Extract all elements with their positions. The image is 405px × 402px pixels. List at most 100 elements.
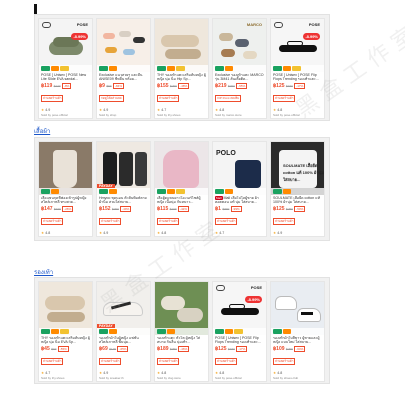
- section-link-shoes[interactable]: รองเท้า: [34, 267, 53, 277]
- product-title[interactable]: Hmyoo ชุดนอน ตัวสั้นพิมพ์ลาย ผ้านิ่ม สวม…: [99, 196, 148, 205]
- product-image[interactable]: MARCO: [213, 19, 266, 72]
- price: ฿1 ฿890 -99%: [215, 206, 242, 212]
- product-card[interactable]: THY รองเท้าแตะเสริมส้นหญิง ผู้หญิง นุ่ม …: [38, 281, 93, 382]
- promo-tags: [155, 328, 208, 335]
- product-image[interactable]: POLO: [213, 142, 266, 195]
- sandal-shape: [103, 33, 115, 39]
- star-icon: ★: [157, 231, 161, 235]
- product-title[interactable]: POSE [ Unisex ] POSE New Lite Slide EVA …: [41, 73, 90, 82]
- tshirt-print: SOULMATE เสื้อยืด cotton แท้ 100% ผ้านุ่…: [283, 163, 324, 182]
- product-image[interactable]: [155, 282, 208, 335]
- shop-logo-icon: [216, 285, 225, 291]
- price: ฿115 ฿199 -42%: [157, 206, 189, 212]
- product-title[interactable]: SOULMATE เสื้อยืด cotton แท้ 100% ผ้านุ่…: [273, 196, 322, 205]
- section-link-clothing[interactable]: เสื้อผ้า: [34, 126, 50, 136]
- rating: ★ 4.7: [157, 108, 167, 112]
- product-image[interactable]: POSE -8.99%: [213, 282, 266, 335]
- product-card[interactable]: PAYDAY Hmyoo ชุดนอน ตัวสั้นพิมพ์ลาย ผ้าน…: [96, 141, 151, 237]
- promo-tags: [271, 188, 324, 195]
- price: ฿45 ฿99 -55%: [41, 346, 69, 352]
- product-row: POSE -8.99% POSE [ Unisex ] POSE New Lit…: [38, 18, 326, 119]
- clothing-shape: [53, 150, 77, 188]
- product-title[interactable]: รองเท้าผ้าใบผู้หญิง แฟชั่น สไตล์เกาหลี พ…: [99, 336, 148, 345]
- product-image[interactable]: POSE -8.99%: [271, 19, 324, 72]
- sandal-shape: [119, 31, 131, 37]
- voucher-chip: ส่วนลดร้านค้า: [99, 358, 122, 365]
- product-image[interactable]: [39, 282, 92, 335]
- rating: ★ 4.8: [215, 371, 225, 375]
- product-image[interactable]: [271, 282, 324, 335]
- product-title[interactable]: THY รองเท้าแตะเสริมส้นหญิง ผู้หญิง นุ่ม …: [41, 336, 90, 345]
- price: ฿125 ฿150 -17%: [273, 83, 306, 89]
- product-title[interactable]: THY รองเท้าแตะเสริมส้นหญิง ผู้หญิง นุ่ม …: [157, 73, 206, 82]
- product-image[interactable]: [97, 19, 150, 72]
- product-title[interactable]: POSE [ Unisex ] POSE Flip Flops Trending…: [273, 73, 322, 82]
- star-icon: ★: [41, 231, 45, 235]
- rating: ★ 4.8: [41, 231, 51, 235]
- rating: ★ 4.8: [157, 371, 167, 375]
- discount-badge: -8.99%: [245, 296, 262, 303]
- product-image[interactable]: PAYDAY: [97, 282, 150, 335]
- product-card[interactable]: รองเท้าผ้าใบสีขาว ผู้ชายและผู้หญิง แบบให…: [270, 281, 325, 382]
- sandal-shape: [161, 35, 199, 47]
- hoodie-shape: [163, 150, 199, 188]
- voucher-chip: ส่วนลดร้านค้า: [41, 358, 64, 365]
- price: ฿125 ฿250 -50%: [273, 206, 306, 212]
- star-icon: ★: [41, 371, 45, 375]
- product-image[interactable]: PAYDAY: [97, 142, 150, 195]
- promo-tags: [97, 188, 150, 195]
- product-title[interactable]: Exclusive รองเท้าแตะ MARCO รุ่น 3M41 ส้น…: [215, 73, 264, 82]
- product-title[interactable]: รองเท้าผ้าใบสีขาว ผู้ชายและผู้หญิง แบบให…: [273, 336, 322, 345]
- sandal-shape: [47, 312, 85, 322]
- shop-logo-icon: [274, 22, 283, 28]
- product-image[interactable]: POSE -8.99%: [39, 19, 92, 72]
- product-image[interactable]: [155, 19, 208, 72]
- voucher-chip: ส่วนลดร้านค้า: [273, 358, 296, 365]
- product-title[interactable]: เสื้อแขนกุดชีฟองเข้ารูปผู้หญิง สไตล์เกาห…: [41, 196, 90, 205]
- rating: ★ 4.8: [215, 108, 225, 112]
- product-card[interactable]: SOULMATE เสื้อยืด cotton แท้ 100% ผ้านุ่…: [270, 141, 325, 237]
- rating: ★ 4.9: [99, 231, 109, 235]
- rating: ★ 4.7: [41, 371, 51, 375]
- seller: Sold by clog.store: [157, 376, 181, 380]
- product-card[interactable]: THY รองเท้าแตะเสริมส้นหญิง ผู้หญิง นุ่ม …: [154, 18, 209, 119]
- product-title[interactable]: Mall Mall เสื้อโปโลผู้ชาย ผ้าคอตตอน แท้ …: [215, 196, 264, 205]
- price: ฿109 ฿299 -64%: [273, 346, 306, 352]
- flipflop-shape: [221, 308, 259, 315]
- product-card[interactable]: POSE -8.99% POSE [ Unisex ] POSE Flip Fl…: [270, 18, 325, 119]
- voucher-chip: ส่วนลดร้านค้า: [273, 95, 296, 102]
- product-card[interactable]: PAYDAY รองเท้าผ้าใบผู้หญิง แฟชั่น สไตล์เ…: [96, 281, 151, 382]
- voucher-chip: กดดูโค้ดส่วนลด: [99, 95, 124, 102]
- brand-label: POSE: [76, 22, 88, 27]
- seller: Sold by pose.official: [273, 113, 300, 117]
- product-card[interactable]: MARCO Exclusive รองเท้าแตะ MARCO รุ่น 3M…: [212, 18, 267, 119]
- product-card[interactable]: POLO Mall Mall เสื้อโปโลผู้ชาย ผ้าคอตตอน…: [212, 141, 267, 237]
- product-title[interactable]: POSE [ Unisex ] POSE Flip Flops Trending…: [215, 336, 264, 345]
- sandal-shape: [133, 37, 145, 43]
- voucher-chip: ส่วนลดร้านค้า: [157, 218, 180, 225]
- price: ฿147 ฿199 -26%: [41, 206, 74, 212]
- product-image[interactable]: [155, 142, 208, 195]
- price: ฿219 ฿490 -55%: [215, 83, 248, 89]
- product-card[interactable]: เสื้อฮู้ดแขนยาวโอเวอร์ไซส์ผู้หญิง เนื้อน…: [154, 141, 209, 237]
- product-title[interactable]: รองเท้าแตะ หัวโต ผู้หญิง ใส่สบาย กันลื่น…: [157, 336, 206, 345]
- product-card[interactable]: รองเท้าแตะ หัวโต ผู้หญิง ใส่สบาย กันลื่น…: [154, 281, 209, 382]
- price: ฿152 ฿300 -49%: [99, 206, 132, 212]
- product-image[interactable]: [39, 142, 92, 195]
- seller: Sold by pose.official: [41, 113, 68, 117]
- product-image[interactable]: SOULMATE เสื้อยืด cotton แท้ 100% ผ้านุ่…: [271, 142, 324, 195]
- product-card[interactable]: POSE -8.99% POSE [ Unisex ] POSE New Lit…: [38, 18, 93, 119]
- sneaker-shape: [275, 296, 297, 310]
- price: ฿155 ฿299 -48%: [157, 83, 190, 89]
- voucher-chip: ส่วนลดร้านค้า: [41, 95, 64, 102]
- star-icon: ★: [99, 371, 103, 375]
- voucher-chip: ส่วนลดร้านค้า: [157, 95, 180, 102]
- shop-logo-icon: [42, 22, 51, 28]
- product-title[interactable]: เสื้อฮู้ดแขนยาวโอเวอร์ไซส์ผู้หญิง เนื้อน…: [157, 196, 206, 205]
- seller: Sold by sneaker.th: [99, 376, 124, 380]
- product-card[interactable]: POSE -8.99% POSE [ Unisex ] POSE Flip Fl…: [212, 281, 267, 382]
- price: ฿189 ฿350 -46%: [157, 346, 190, 352]
- product-title[interactable]: Exclusive แนวสวยๆ แตะลื่น ANISE09 ชีพลื่…: [99, 73, 148, 82]
- product-card[interactable]: เสื้อแขนกุดชีฟองเข้ารูปผู้หญิง สไตล์เกาห…: [38, 141, 93, 237]
- product-card[interactable]: Exclusive แนวสวยๆ แตะลื่น ANISE09 ชีพลื่…: [96, 18, 151, 119]
